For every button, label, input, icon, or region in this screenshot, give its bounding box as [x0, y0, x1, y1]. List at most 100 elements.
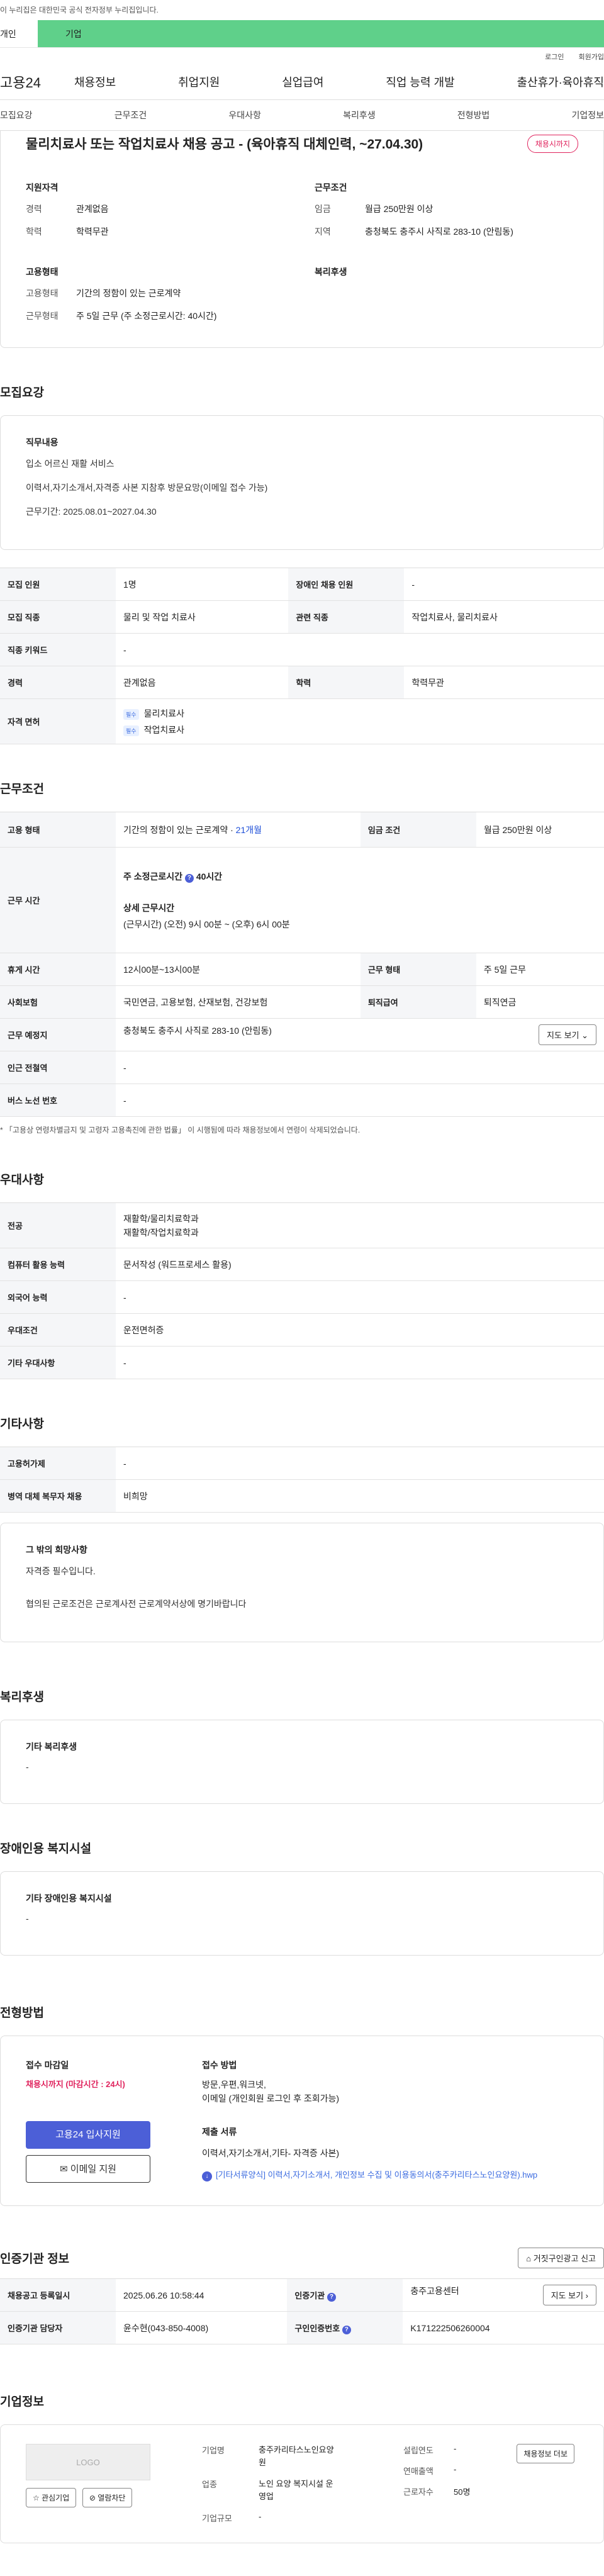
table-row: 자격 면허 필수 물리치료사 필수 작업치료사	[0, 698, 604, 744]
cell-label: 컴퓨터 활용 능력	[0, 1248, 116, 1281]
emp-months: 21개월	[235, 824, 262, 835]
file-download[interactable]: ↓ [기타서류양식] 이력서,자기소개서, 개인정보 수집 및 이용동의서(충주카…	[202, 2168, 578, 2181]
tab-benefits[interactable]: 복리후생	[343, 109, 376, 121]
value: 주 5일 근무 (주 소정근로시간: 40시간)	[76, 311, 217, 321]
table-row: 사회보험 국민연금, 고용보험, 산재보험, 건강보험 퇴직급여 퇴직연금	[0, 985, 604, 1019]
cell-value: K171222506260004	[403, 2311, 604, 2344]
cell-value: 12시00분~13시00분	[116, 953, 361, 986]
cell-value: 작업치료사, 물리치료사	[404, 600, 604, 634]
recruit-table: 모집 인원 1명 장애인 채용 인원 - 모집 직종 물리 및 작업 치료사 관…	[0, 568, 604, 744]
value: 학력무관	[76, 227, 109, 237]
job-line: 근무기간: 2025.08.01~2027.04.30	[26, 507, 157, 517]
cell-label: 채용공고 등록일시	[0, 2278, 116, 2312]
section-title-apply: 전형방법	[0, 2007, 44, 2020]
file-link[interactable]: [기타서류양식] 이력서,자기소개서, 개인정보 수집 및 이용동의서(충주카리…	[216, 2170, 537, 2180]
value: 월급 250만원 이상	[365, 204, 433, 214]
disabled-box-title: 기타 장애인용 복지시설	[26, 1893, 112, 1903]
report-label: 거짓구인광고 신고	[533, 2254, 596, 2263]
favorite-company-button[interactable]: ☆ 관심기업	[26, 2488, 77, 2507]
gnb-parental-leave[interactable]: 출산휴가·육아휴직	[517, 74, 604, 90]
weekly-hours-label: 주 소정근로시간	[123, 871, 183, 882]
table-row: 고용허가제 -	[0, 1447, 604, 1480]
cell-value: -	[116, 1447, 604, 1480]
emp-title: 고용형태	[26, 267, 59, 277]
table-row: 휴게 시간 12시00분~13시00분 근무 형태 주 5일 근무	[0, 953, 604, 986]
gnb-vocational-training[interactable]: 직업 능력 개발	[386, 74, 454, 90]
cell-value: 재활학/물리치료학과 재활학/작업치료학과	[116, 1202, 604, 1248]
etc-line: 자격증 필수입니다.	[26, 1566, 96, 1576]
company-founded: -	[454, 2444, 457, 2453]
table-row: 모집 인원 1명 장애인 채용 인원 -	[0, 568, 604, 601]
required-tag: 필수	[123, 725, 139, 736]
benefit-box: 기타 복리후생 -	[0, 1720, 604, 1804]
info-icon[interactable]: ?	[327, 2292, 336, 2302]
label: 임금	[315, 204, 331, 214]
table-row: 인근 전철역 -	[0, 1051, 604, 1084]
company-box: LOGO ☆ 관심기업 ⊘ 열람차단 기업명 충주카리타스노인요양원 업종 노인 요…	[0, 2424, 604, 2543]
label: 근무형태	[26, 311, 59, 321]
table-row: 고용 형태 기간의 정함이 있는 근로계약 · 21개월 임금 조건 월급 25…	[0, 812, 604, 848]
map-button[interactable]: 지도 보기 ⌄	[539, 1024, 596, 1045]
disabled-box: 기타 장애인용 복지시설 -	[0, 1871, 604, 1956]
job-header-card: 물리치료사 또는 작업치료사 채용 공고 - (육아휴직 대체인력, ~27.0…	[0, 131, 604, 348]
cell-value: -	[116, 1051, 604, 1084]
cell-value: 물리 및 작업 치료사	[116, 600, 289, 634]
tab-selection[interactable]: 전형방법	[457, 109, 490, 121]
cell-value: 퇴직연금	[476, 985, 604, 1019]
tab-enterprise[interactable]: 기업	[38, 20, 604, 47]
section-title-disabled: 장애인용 복지시설	[0, 1842, 92, 1856]
agency-table: 채용공고 등록일시 2025.06.26 10:58:44 인증기관 ? 충주고…	[0, 2278, 604, 2344]
gnb-unemployment-benefit[interactable]: 실업급여	[282, 74, 323, 90]
info-icon[interactable]: ?	[342, 2325, 351, 2334]
detail-hours-title: 상세 근무시간	[123, 902, 175, 913]
cell-label: 경력	[0, 666, 116, 699]
apply-button[interactable]: 고용24 입사지원	[26, 2121, 150, 2149]
more-jobs-button[interactable]: 채용정보 더보	[517, 2444, 574, 2463]
work-place: 충청북도 충주시 사직로 283-10 (안림동)	[123, 1026, 272, 1036]
agency-map-button[interactable]: 지도 보기 ›	[542, 2285, 596, 2305]
block-view-button[interactable]: ⊘ 열람차단	[82, 2488, 133, 2507]
method-line: 방문,우편,워크넷,	[202, 2080, 266, 2090]
gnb-employment-support[interactable]: 취업지원	[178, 74, 220, 90]
company-logo: LOGO	[26, 2444, 150, 2480]
tab-personal[interactable]: 개인	[0, 20, 38, 47]
info-icon[interactable]: ?	[184, 873, 194, 883]
utility-links: 로그인 회원가입	[0, 48, 604, 64]
cell-label: 고용 형태	[0, 812, 116, 848]
cell-value: 비희망	[116, 1479, 604, 1513]
email-apply-button[interactable]: ✉ 이메일 지원	[26, 2155, 150, 2183]
tab-preferences[interactable]: 우대사항	[228, 109, 261, 121]
tab-work-conditions[interactable]: 근무조건	[115, 109, 147, 121]
table-row: 컴퓨터 활용 능력 문서작성 (워드프로세스 활용)	[0, 1248, 604, 1281]
gnb-job-info[interactable]: 채용정보	[74, 74, 116, 90]
tab-recruit[interactable]: 모집요강	[0, 109, 33, 121]
cell-label: 전공	[0, 1202, 116, 1248]
table-row: 기타 우대사항 -	[0, 1346, 604, 1379]
site-logo[interactable]: 고용24	[0, 72, 74, 92]
cell-label: 직종 키워드	[0, 633, 116, 666]
table-row: 경력 관계없음 학력 학력무관	[0, 666, 604, 699]
etc-box: 그 밖의 희망사항 자격증 필수입니다. 협의된 근로조건은 근로계사전 근로계…	[0, 1523, 604, 1642]
label: 지역	[315, 227, 331, 237]
value: 충청북도 충주시 사직로 283-10 (안림동)	[365, 227, 513, 237]
cell-label: 기타 우대사항	[0, 1346, 116, 1379]
cell-label: 버스 노선 번호	[0, 1084, 116, 1117]
license-name: 작업치료사	[143, 724, 184, 735]
tab-company[interactable]: 기업정보	[571, 109, 604, 121]
cell-value: -	[116, 1280, 604, 1314]
deadline-label: 접수 마감일	[26, 2060, 69, 2070]
value: 기간의 정함이 있는 근로계약	[76, 288, 181, 298]
deadline-badge: 채용시까지	[527, 134, 578, 153]
section-title-etc: 기타사항	[0, 1418, 44, 1431]
cell-label: 구인인증번호 ?	[287, 2311, 403, 2344]
signup-link[interactable]: 회원가입	[579, 53, 604, 61]
cell-label: 고용허가제	[0, 1447, 116, 1480]
login-link[interactable]: 로그인	[545, 53, 564, 61]
work-table: 고용 형태 기간의 정함이 있는 근로계약 · 21개월 임금 조건 월급 25…	[0, 812, 604, 1117]
report-fake-ad-button[interactable]: ⌂ 거짓구인광고 신고	[518, 2248, 604, 2268]
section-title-pref: 우대사항	[0, 1173, 44, 1187]
required-tag: 필수	[123, 708, 139, 720]
home-icon: ⌂	[526, 2254, 534, 2263]
mail-icon: ✉	[60, 2164, 70, 2175]
cell-value: 윤수현(043-850-4008)	[116, 2311, 288, 2344]
